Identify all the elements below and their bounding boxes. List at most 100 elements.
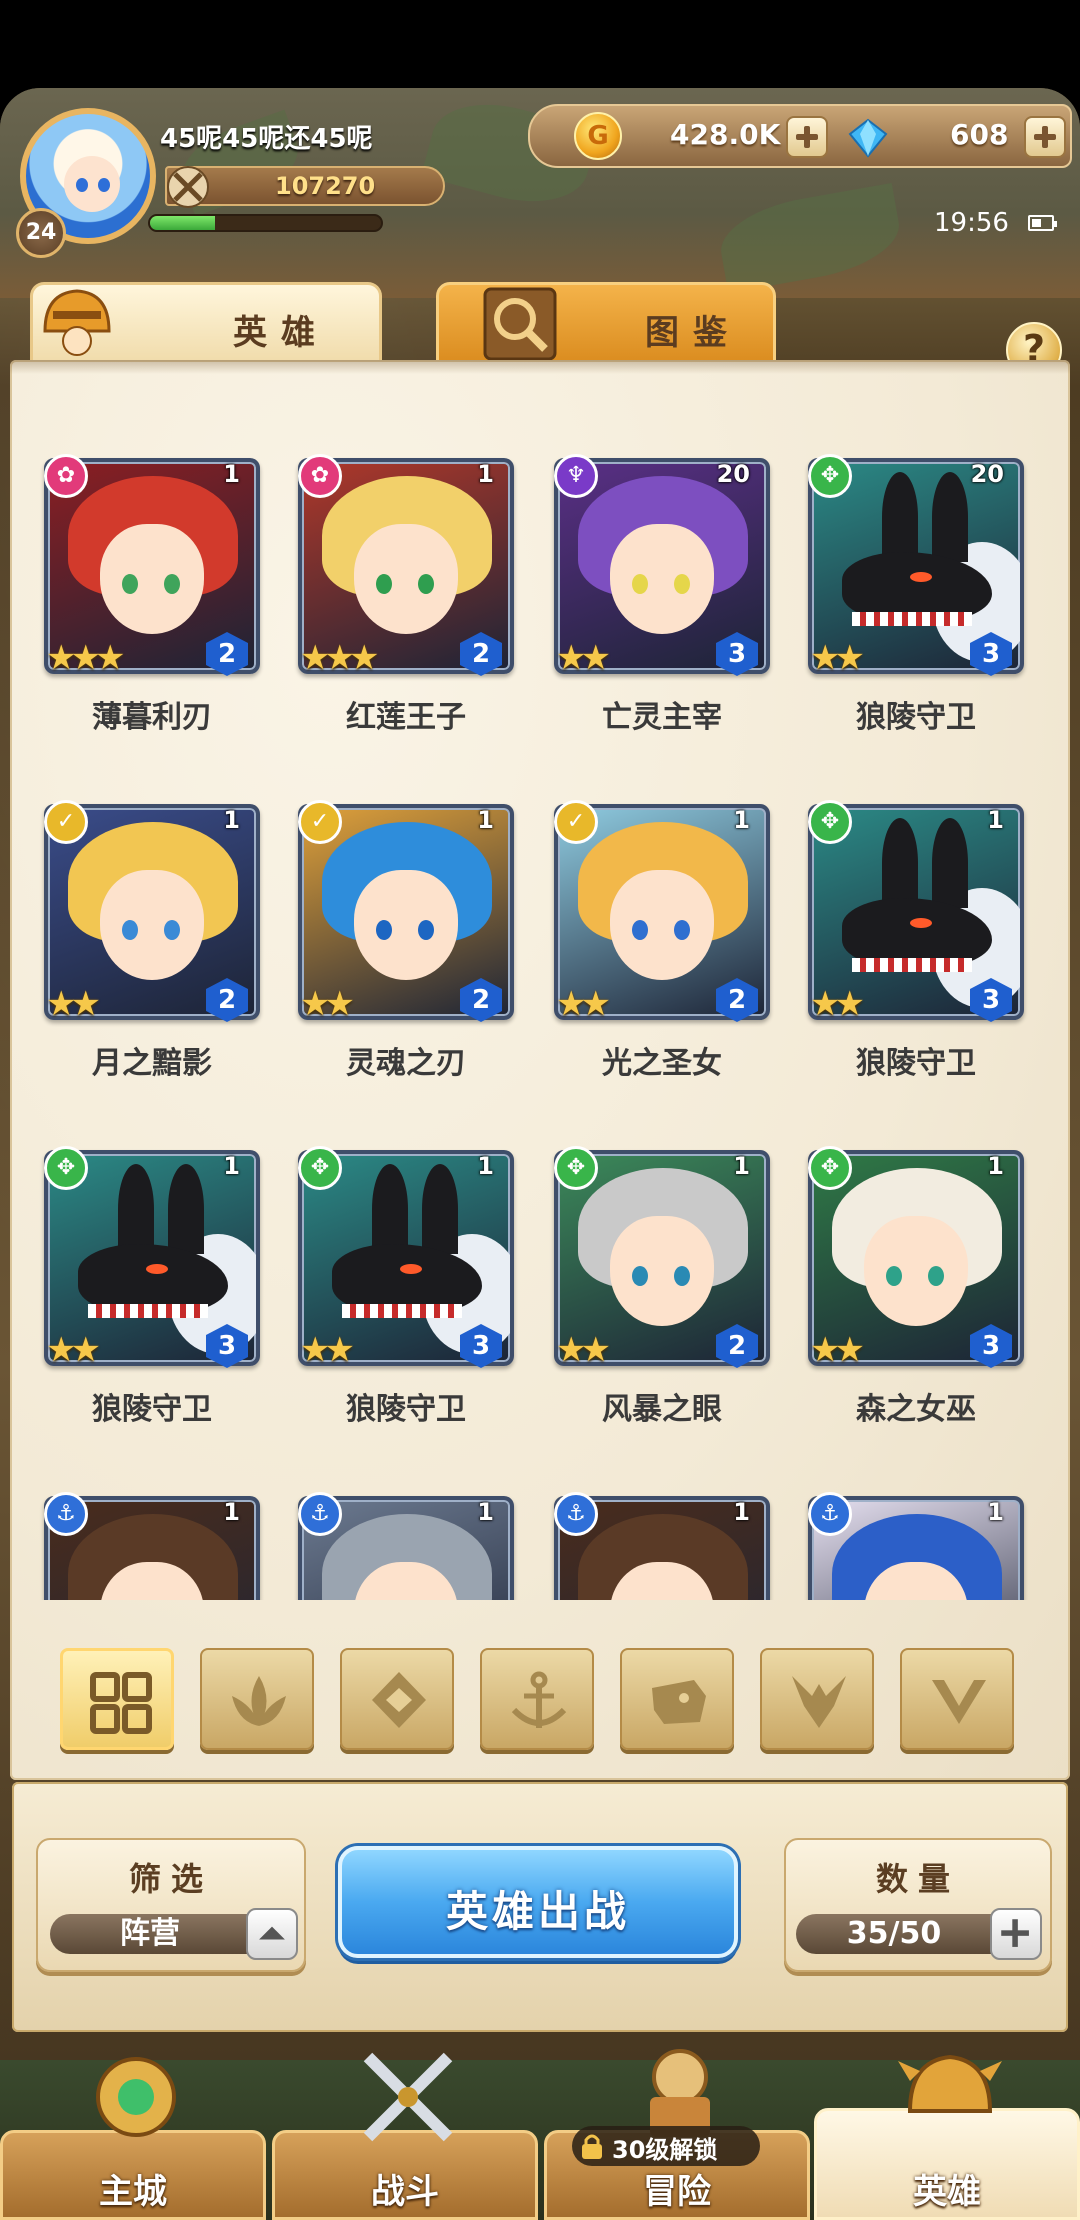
nav-battle[interactable]: 战斗 [272, 2052, 538, 2220]
hero-face [610, 1216, 714, 1326]
filter-light-crystal-button[interactable] [340, 1648, 454, 1750]
hero-eye [632, 1266, 648, 1286]
deploy-heroes-label: 英雄出战 [445, 1887, 630, 1936]
hero-card[interactable]: ✿ 1 ★★★ 2 [284, 454, 514, 678]
hero-level: 1 [733, 1498, 750, 1526]
hero-eye [122, 920, 138, 940]
partial-hero-name: ▬▬▬▬ [794, 372, 1014, 375]
expand-capacity-button[interactable] [990, 1908, 1042, 1960]
rose-faction-icon: ✿ [298, 454, 342, 498]
filter-anchor-button[interactable] [480, 1648, 594, 1750]
nav-heroes[interactable]: 英雄 [814, 2054, 1080, 2220]
tab-heroes[interactable]: 英雄 [30, 282, 382, 370]
deploy-heroes-button[interactable]: 英雄出战 [338, 1846, 738, 1958]
avatar-eye [76, 178, 88, 192]
shadow-faction-icon: ♆ [554, 454, 598, 498]
battle-icon [363, 2052, 453, 2142]
star-rating-icon: ★★ [556, 1330, 611, 1370]
star-rating-icon: ★★★ [300, 638, 379, 678]
diamond-icon [848, 118, 888, 158]
beast-eye [910, 918, 932, 928]
gold-coin-icon: G [574, 112, 622, 160]
light-faction-icon: ✓ [44, 800, 88, 844]
hero-card[interactable]: ✓ 1 ★★ 2 [284, 800, 514, 1024]
hero-eye [674, 1266, 690, 1286]
beast-faction-icon: ✥ [554, 1146, 598, 1190]
hero-level: 1 [223, 806, 240, 834]
filter-rose-button[interactable] [200, 1648, 314, 1750]
hero-card[interactable]: ✿ 1 ★★★ 2 [30, 454, 260, 678]
hero-eye [122, 574, 138, 594]
hero-level: 1 [987, 1498, 1004, 1526]
tab-codex[interactable]: 图鉴 [436, 282, 776, 370]
hero-card[interactable]: ♆ 20 ★★ 3 [540, 454, 770, 678]
hero-card[interactable]: ✥ 1 ★★ 3 [284, 1146, 514, 1370]
filter-light-v-button[interactable] [900, 1648, 1014, 1750]
beast-ear [168, 1164, 204, 1254]
hero-card[interactable]: ⚓ 1 [284, 1492, 514, 1600]
magnifier-icon [483, 287, 557, 361]
hero-eye [376, 920, 392, 940]
light-crystal-icon [372, 1672, 426, 1728]
chevron-up-icon [259, 1926, 285, 1940]
beast-faction-icon: ✥ [44, 1146, 88, 1190]
hero-card[interactable]: ✥ 1 ★★ 2 [540, 1146, 770, 1370]
currency-panel: G 428.0K 608 [528, 104, 1072, 168]
hero-eye [674, 920, 690, 940]
faction-filter-bar [60, 1648, 1020, 1752]
beast-faction-icon: ✥ [808, 1146, 852, 1190]
hero-card[interactable]: ⚓ 1 [540, 1492, 770, 1600]
hero-card[interactable]: ✥ 1 ★★ 3 [794, 800, 1024, 1024]
filter-control: 筛选 阵营 [36, 1838, 306, 1972]
hero-face [100, 524, 204, 634]
light-v-icon [932, 1680, 986, 1724]
anchor-faction-icon: ⚓ [554, 1492, 598, 1536]
hero-card[interactable]: ✥ 1 ★★ 3 [794, 1146, 1024, 1370]
hero-face [354, 870, 458, 980]
lock-icon [582, 2134, 602, 2159]
add-gold-button[interactable] [786, 116, 828, 158]
filter-all-button[interactable] [60, 1648, 174, 1750]
hero-card[interactable]: ✓ 1 ★★ 2 [30, 800, 260, 1024]
hero-card[interactable]: ⚓ 1 [794, 1492, 1024, 1600]
hero-face [100, 870, 204, 980]
light-faction-icon: ✓ [554, 800, 598, 844]
avatar-eye [98, 178, 110, 192]
hero-eye [632, 920, 648, 940]
helmet-icon [43, 289, 111, 356]
filter-beast-button[interactable] [620, 1648, 734, 1750]
hero-eye [164, 920, 180, 940]
filter-toggle-button[interactable] [246, 1908, 298, 1960]
beast-ear [372, 1164, 408, 1254]
star-rating-icon: ★★ [556, 984, 611, 1024]
hero-card[interactable]: ✥ 1 ★★ 3 [30, 1146, 260, 1370]
tab-heroes-label: 英雄 [233, 313, 329, 353]
gem-amount: 608 [950, 118, 1009, 151]
beast-teeth [852, 958, 972, 972]
hero-card[interactable]: ✥ 20 ★★ 3 [794, 454, 1024, 678]
filter-shadow-button[interactable] [760, 1648, 874, 1750]
hero-count-control: 数量 35/50 [784, 1838, 1052, 1972]
hero-level: 1 [987, 1152, 1004, 1180]
beast-eye [146, 1264, 168, 1274]
hero-grid[interactable]: ▬▬▬▬ ▬▬▬▬ ▬▬▬▬ ▬▬▬▬ ✿1★★★2薄暮利刃✿1★★★2红莲王子… [30, 372, 1050, 1600]
filter-selector[interactable]: 阵营 [50, 1908, 298, 1960]
beast-teeth [852, 612, 972, 626]
add-gems-button[interactable] [1024, 116, 1066, 158]
hero-level: 1 [223, 460, 240, 488]
hero-eye [164, 574, 180, 594]
main-city-icon [96, 2057, 176, 2137]
hero-card[interactable]: ⚓ 1 [30, 1492, 260, 1600]
rose-faction-icon: ✿ [44, 454, 88, 498]
avatar-face [64, 156, 120, 212]
hero-eye [928, 1266, 944, 1286]
light-faction-icon: ✓ [298, 800, 342, 844]
crossed-swords-icon [167, 166, 209, 208]
beast-eye [910, 572, 932, 582]
hero-eye [886, 1266, 902, 1286]
all-icon [90, 1672, 152, 1734]
adventure-lock-text: 30级解锁 [612, 2136, 718, 2164]
nav-main-city[interactable]: 主城 [0, 2057, 266, 2220]
hero-card[interactable]: ✓ 1 ★★ 2 [540, 800, 770, 1024]
hero-face [610, 870, 714, 980]
